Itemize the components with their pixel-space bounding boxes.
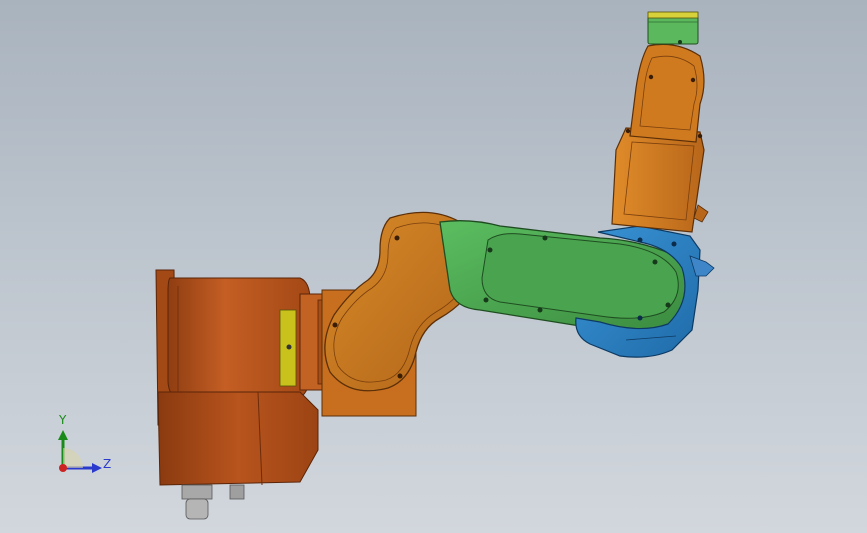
triad-z-label: Z [103, 457, 112, 471]
graphics-viewport[interactable]: Y Z [0, 0, 867, 533]
wrist-link[interactable] [611, 43, 709, 233]
robot-base[interactable] [155, 269, 333, 520]
robot-arm-model[interactable] [0, 0, 867, 533]
triad-y-label: Y [59, 413, 67, 427]
axis-triad [58, 430, 102, 473]
tool-flange[interactable] [647, 11, 699, 45]
